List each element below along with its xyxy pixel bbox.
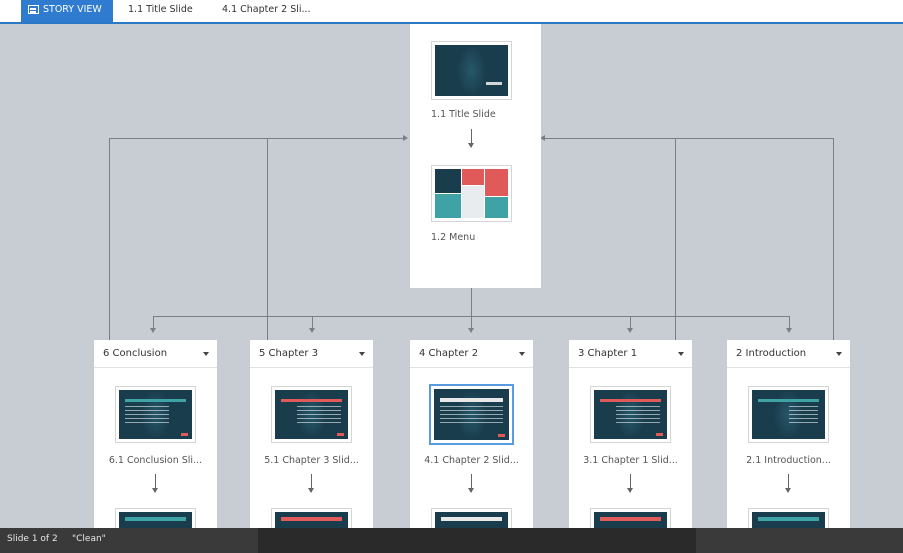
slide-label: 3.1 Chapter 1 Slid... bbox=[583, 455, 678, 466]
connector-line bbox=[675, 138, 676, 340]
slide-label-title: 1.1 Title Slide bbox=[431, 109, 496, 120]
scene-title: 4 Chapter 2 bbox=[419, 348, 479, 359]
slide-label: 4.1 Chapter 2 Slid... bbox=[424, 455, 519, 466]
connector-line bbox=[109, 138, 404, 139]
slide-label: 6.1 Conclusion Sli... bbox=[108, 455, 203, 466]
arrow-down-icon bbox=[468, 129, 474, 148]
arrow-down-icon bbox=[150, 328, 156, 333]
arrow-down-icon bbox=[627, 328, 633, 333]
tab-story-view[interactable]: STORY VIEW bbox=[21, 0, 113, 22]
tab-bar: STORY VIEW 1.1 Title Slide 4.1 Chapter 2… bbox=[0, 0, 903, 24]
slide-thumbnail-next[interactable] bbox=[271, 508, 352, 528]
slide-thumbnail-next[interactable] bbox=[590, 508, 671, 528]
scene-header: 2 Introduction bbox=[727, 340, 850, 368]
scene-header: 3 Chapter 1 bbox=[569, 340, 692, 368]
scene-title: 3 Chapter 1 bbox=[578, 348, 638, 359]
scene-card-chapter-2[interactable]: 4 Chapter 2 4.1 Chapter 2 Slid... bbox=[410, 340, 533, 528]
arrow-down-icon bbox=[309, 328, 315, 333]
slide-title-bar bbox=[124, 516, 187, 521]
connector-line bbox=[471, 288, 472, 316]
slide-label: 5.1 Chapter 3 Slid... bbox=[264, 455, 359, 466]
slide-thumbnail[interactable] bbox=[748, 386, 829, 443]
slide-label-menu: 1.2 Menu bbox=[431, 232, 476, 243]
connector-line bbox=[267, 138, 268, 340]
slide-thumbnail-next[interactable] bbox=[748, 508, 829, 528]
scene-header: 4 Chapter 2 bbox=[410, 340, 533, 368]
arrow-down-icon bbox=[308, 474, 314, 493]
chevron-down-icon[interactable] bbox=[836, 352, 842, 356]
scene-title: 5 Chapter 3 bbox=[259, 348, 319, 359]
slide-thumbnail-selected[interactable] bbox=[429, 384, 514, 445]
tab-story-view-label: STORY VIEW bbox=[43, 4, 102, 15]
scene-card-introduction[interactable]: 2 Introduction 2.1 Introduction... bbox=[727, 340, 850, 528]
scene-header: 6 Conclusion bbox=[94, 340, 217, 368]
slide-thumbnail[interactable] bbox=[115, 386, 196, 443]
slide-thumbnail-menu[interactable] bbox=[431, 165, 512, 222]
slide-title-bar bbox=[757, 516, 820, 521]
scene-title: 6 Conclusion bbox=[103, 348, 168, 359]
tab-chapter-2-slide[interactable]: 4.1 Chapter 2 Sli... bbox=[222, 0, 311, 22]
slide-thumbnail[interactable] bbox=[590, 386, 671, 443]
slide-count: Slide 1 of 2 bbox=[7, 534, 58, 544]
connector-line bbox=[109, 138, 110, 340]
slide-thumbnail-title[interactable] bbox=[431, 41, 512, 100]
slide-title-bar bbox=[599, 516, 662, 521]
arrow-down-icon bbox=[786, 328, 792, 333]
chevron-down-icon[interactable] bbox=[203, 352, 209, 356]
theme-name[interactable]: "Clean" bbox=[72, 534, 106, 544]
arrow-down-icon bbox=[785, 474, 791, 493]
status-bar-center bbox=[258, 528, 696, 553]
scene-card-chapter-3[interactable]: 5 Chapter 3 5.1 Chapter 3 Slid... bbox=[250, 340, 373, 528]
slide-title-bar bbox=[440, 516, 503, 521]
slide-thumbnail[interactable] bbox=[271, 386, 352, 443]
scene-card-conclusion[interactable]: 6 Conclusion 6.1 Conclusion Sli... bbox=[94, 340, 217, 528]
slide-title-bar bbox=[124, 398, 187, 403]
connector-line bbox=[543, 138, 834, 139]
slide-title-bar bbox=[280, 516, 343, 521]
arrow-down-icon bbox=[627, 474, 633, 493]
scene-card-chapter-1[interactable]: 3 Chapter 1 3.1 Chapter 1 Slid... bbox=[569, 340, 692, 528]
slide-title-bar bbox=[280, 398, 343, 403]
arrow-down-icon bbox=[468, 328, 474, 333]
slide-label: 2.1 Introduction... bbox=[746, 455, 831, 466]
slide-title-bar bbox=[599, 398, 662, 403]
chevron-down-icon[interactable] bbox=[359, 352, 365, 356]
chevron-down-icon[interactable] bbox=[519, 352, 525, 356]
slide-thumbnail-next[interactable] bbox=[115, 508, 196, 528]
story-view-icon bbox=[28, 5, 39, 14]
scene-title: 2 Introduction bbox=[736, 348, 807, 359]
tab-title-slide[interactable]: 1.1 Title Slide bbox=[128, 0, 193, 22]
chevron-down-icon[interactable] bbox=[678, 352, 684, 356]
slide-thumbnail-next[interactable] bbox=[431, 508, 512, 528]
status-bar: Slide 1 of 2 "Clean" bbox=[0, 528, 903, 553]
arrow-right-icon bbox=[403, 135, 408, 141]
arrow-down-icon bbox=[152, 474, 158, 493]
arrow-down-icon bbox=[468, 474, 474, 493]
connector-line bbox=[833, 138, 834, 340]
slide-title-bar bbox=[440, 398, 503, 402]
slide-title-bar bbox=[757, 398, 820, 403]
scene-card-title[interactable]: 1.1 Title Slide 1.2 Menu bbox=[410, 24, 541, 288]
scene-header: 5 Chapter 3 bbox=[250, 340, 373, 368]
story-canvas[interactable]: 1.1 Title Slide 1.2 Menu 6 Conclusion 6.… bbox=[7, 24, 903, 528]
